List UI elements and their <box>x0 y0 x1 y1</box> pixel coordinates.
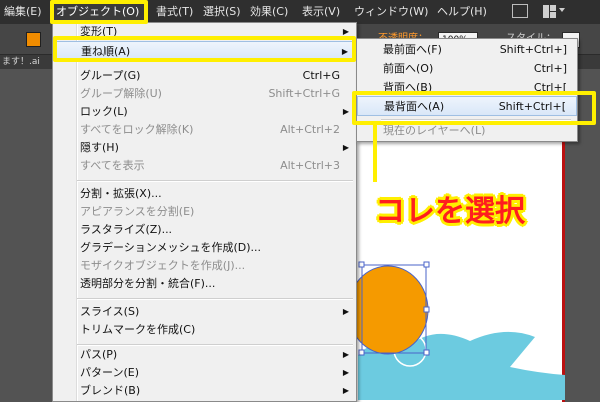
submenu-arrow-icon: ▶ <box>342 143 349 152</box>
menu-item-label: ロック(L) <box>80 105 128 118</box>
menu-item-bring-forward[interactable]: 前面へ(O) Ctrl+] <box>357 60 577 78</box>
selection-handle[interactable] <box>423 261 430 268</box>
menu-item-flatten-transparency[interactable]: 透明部分を分割・統合(F)... <box>53 275 356 293</box>
submenu-arrow-icon: ▶ <box>342 307 349 316</box>
menu-separator <box>77 180 353 182</box>
menu-item-expand[interactable]: 分割・拡張(X)... <box>53 185 356 203</box>
submenu-arrow-icon: ▶ <box>342 107 349 116</box>
artwork[interactable] <box>340 255 570 400</box>
menu-item-blend[interactable]: ブレンド(B) ▶ <box>53 382 356 400</box>
menu-separator <box>77 298 353 300</box>
menu-item-lock[interactable]: ロック(L) ▶ <box>53 103 356 121</box>
menu-item-shortcut: Alt+Ctrl+3 <box>280 159 340 172</box>
menu-item-label: すべてを表示 <box>80 159 145 172</box>
menu-effect[interactable]: 効果(C) <box>250 0 288 24</box>
selection-handle[interactable] <box>423 349 430 356</box>
menu-item-label: ブレンド(B) <box>80 384 141 397</box>
menu-item-path[interactable]: パス(P) ▶ <box>53 346 356 364</box>
menu-item-show-all: すべてを表示 Alt+Ctrl+3 <box>53 157 356 175</box>
menu-item-label: 隠す(H) <box>80 141 119 154</box>
menu-item-label: グループ解除(U) <box>80 87 162 100</box>
menu-item-shortcut: Ctrl+] <box>533 62 567 75</box>
menu-item-label: トリムマークを作成(C) <box>80 323 196 336</box>
submenu-arrow-icon: ▶ <box>342 386 349 395</box>
callout-label: コレを選択 <box>375 194 525 229</box>
selection-handle[interactable] <box>423 306 430 313</box>
menu-item-label: 前面へ(O) <box>383 62 434 75</box>
menu-item-label: ラスタライズ(Z)... <box>80 223 173 236</box>
menu-item-ungroup: グループ解除(U) Shift+Ctrl+G <box>53 85 356 103</box>
menu-item-group[interactable]: グループ(G) Ctrl+G <box>53 67 356 85</box>
submenu-arrow-icon: ▶ <box>342 368 349 377</box>
menu-item-pattern[interactable]: パターン(E) ▶ <box>53 364 356 382</box>
menu-window[interactable]: ウィンドウ(W) <box>354 0 428 24</box>
arrange-submenu: 最前面へ(F) Shift+Ctrl+] 前面へ(O) Ctrl+] 背面へ(B… <box>356 38 578 142</box>
menu-item-label: パターン(E) <box>80 366 139 379</box>
chevron-down-icon[interactable] <box>559 8 565 12</box>
menu-item-slice[interactable]: スライス(S) ▶ <box>53 303 356 321</box>
menu-item-label: パス(P) <box>80 348 118 361</box>
menu-item-label: 最前面へ(F) <box>383 43 442 56</box>
fill-swatch[interactable] <box>26 32 41 47</box>
menu-item-mosaic: モザイクオブジェクトを作成(J)... <box>53 257 356 275</box>
highlight-box-object-menu <box>50 0 148 24</box>
menu-view[interactable]: 表示(V) <box>302 0 340 24</box>
menu-help[interactable]: ヘルプ(H) <box>437 0 487 24</box>
menu-select[interactable]: 選択(S) <box>203 0 241 24</box>
menu-item-label: 分割・拡張(X)... <box>80 187 162 200</box>
menu-item-bring-to-front[interactable]: 最前面へ(F) Shift+Ctrl+] <box>357 41 577 59</box>
highlight-box-send-to-back <box>352 91 596 125</box>
object-menu: 変形(T) ▶ 重ね順(A) ▶ グループ(G) Ctrl+G グループ解除(U… <box>52 22 357 402</box>
menu-item-label: アピアランスを分割(E) <box>80 205 195 218</box>
menu-type[interactable]: 書式(T) <box>156 0 193 24</box>
menu-item-label: すべてをロック解除(K) <box>80 123 194 136</box>
orange-ellipse <box>347 265 429 355</box>
selection-handle[interactable] <box>358 261 365 268</box>
menu-item-shortcut: Shift+Ctrl+G <box>268 87 340 100</box>
highlight-box-arrange <box>53 36 356 62</box>
menu-item-label: 透明部分を分割・統合(F)... <box>80 277 216 290</box>
selection-handle[interactable] <box>358 349 365 356</box>
menu-item-shortcut: Alt+Ctrl+2 <box>280 123 340 136</box>
menu-item-rasterize[interactable]: ラスタライズ(Z)... <box>53 221 356 239</box>
menu-item-shortcut: Ctrl+G <box>302 69 340 82</box>
menu-item-trim-marks[interactable]: トリムマークを作成(C) <box>53 321 356 339</box>
menu-item-label: スライス(S) <box>80 305 140 318</box>
submenu-arrow-icon: ▶ <box>342 350 349 359</box>
menu-item-expand-appearance: アピアランスを分割(E) <box>53 203 356 221</box>
menu-item-label: グラデーションメッシュを作成(D)... <box>80 241 261 254</box>
menu-item-hide[interactable]: 隠す(H) ▶ <box>53 139 356 157</box>
menu-item-unlock-all: すべてをロック解除(K) Alt+Ctrl+2 <box>53 121 356 139</box>
menu-item-label: モザイクオブジェクトを作成(J)... <box>80 259 246 272</box>
menu-edit[interactable]: 編集(E) <box>4 0 42 24</box>
menu-item-label: グループ(G) <box>80 69 141 82</box>
arrange-documents-icon[interactable] <box>543 5 556 18</box>
menu-item-gradient-mesh[interactable]: グラデーションメッシュを作成(D)... <box>53 239 356 257</box>
bridge-icon[interactable] <box>512 4 528 18</box>
menu-item-shortcut: Shift+Ctrl+] <box>499 43 567 56</box>
callout-connector <box>373 124 377 182</box>
document-tab[interactable]: ます！.ai <box>2 55 40 69</box>
